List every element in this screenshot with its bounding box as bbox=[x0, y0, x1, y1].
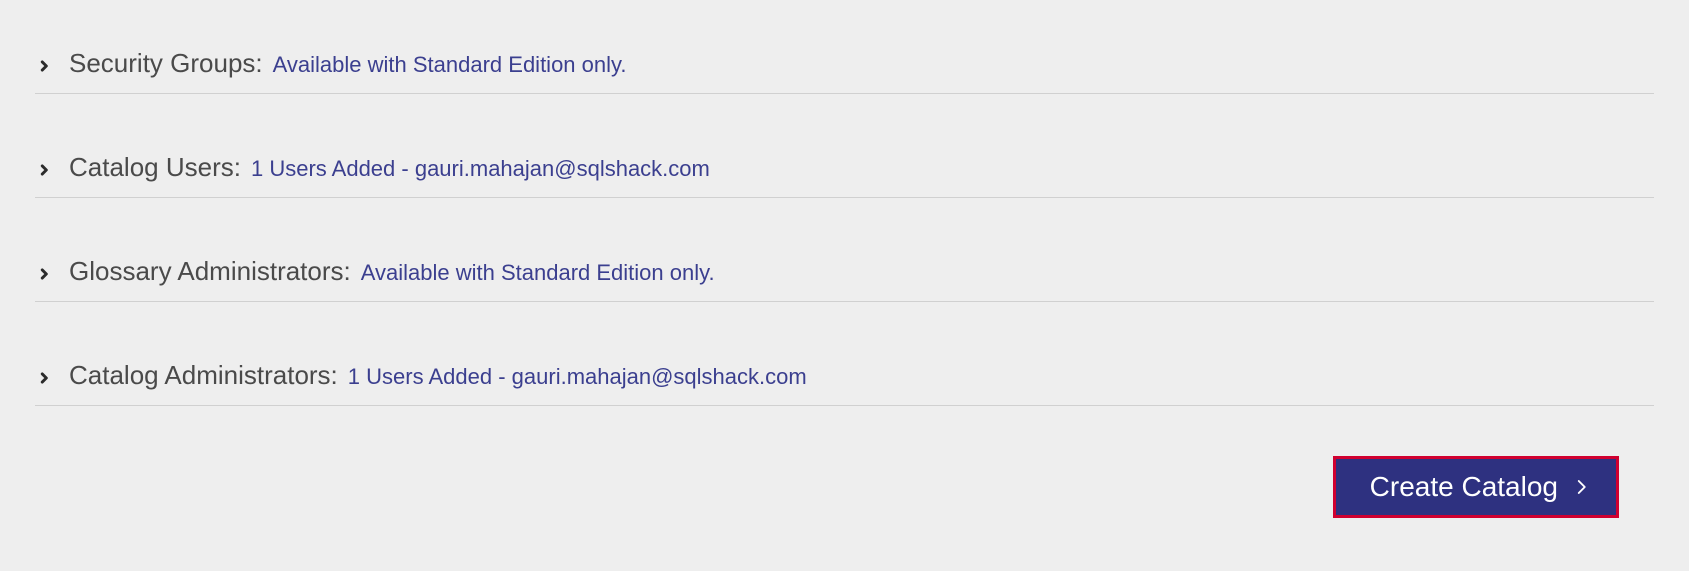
catalog-users-value: 1 Users Added - gauri.mahajan@sqlshack.c… bbox=[251, 156, 710, 182]
catalog-administrators-section[interactable]: Catalog Administrators: 1 Users Added - … bbox=[35, 342, 1654, 406]
catalog-administrators-value: 1 Users Added - gauri.mahajan@sqlshack.c… bbox=[348, 364, 807, 390]
chevron-right-icon bbox=[35, 161, 53, 179]
security-groups-section[interactable]: Security Groups: Available with Standard… bbox=[35, 30, 1654, 94]
settings-sections: Security Groups: Available with Standard… bbox=[0, 0, 1689, 406]
create-catalog-label: Create Catalog bbox=[1370, 471, 1558, 503]
glossary-administrators-value: Available with Standard Edition only. bbox=[361, 260, 715, 286]
glossary-administrators-label: Glossary Administrators: bbox=[69, 256, 351, 287]
catalog-users-section[interactable]: Catalog Users: 1 Users Added - gauri.mah… bbox=[35, 134, 1654, 198]
create-catalog-button[interactable]: Create Catalog bbox=[1333, 456, 1619, 518]
security-groups-value: Available with Standard Edition only. bbox=[273, 52, 627, 78]
chevron-right-icon bbox=[1572, 478, 1590, 496]
catalog-users-label: Catalog Users: bbox=[69, 152, 241, 183]
security-groups-label: Security Groups: bbox=[69, 48, 263, 79]
chevron-right-icon bbox=[35, 369, 53, 387]
glossary-administrators-section[interactable]: Glossary Administrators: Available with … bbox=[35, 238, 1654, 302]
catalog-administrators-label: Catalog Administrators: bbox=[69, 360, 338, 391]
chevron-right-icon bbox=[35, 57, 53, 75]
chevron-right-icon bbox=[35, 265, 53, 283]
action-row: Create Catalog bbox=[0, 456, 1689, 518]
